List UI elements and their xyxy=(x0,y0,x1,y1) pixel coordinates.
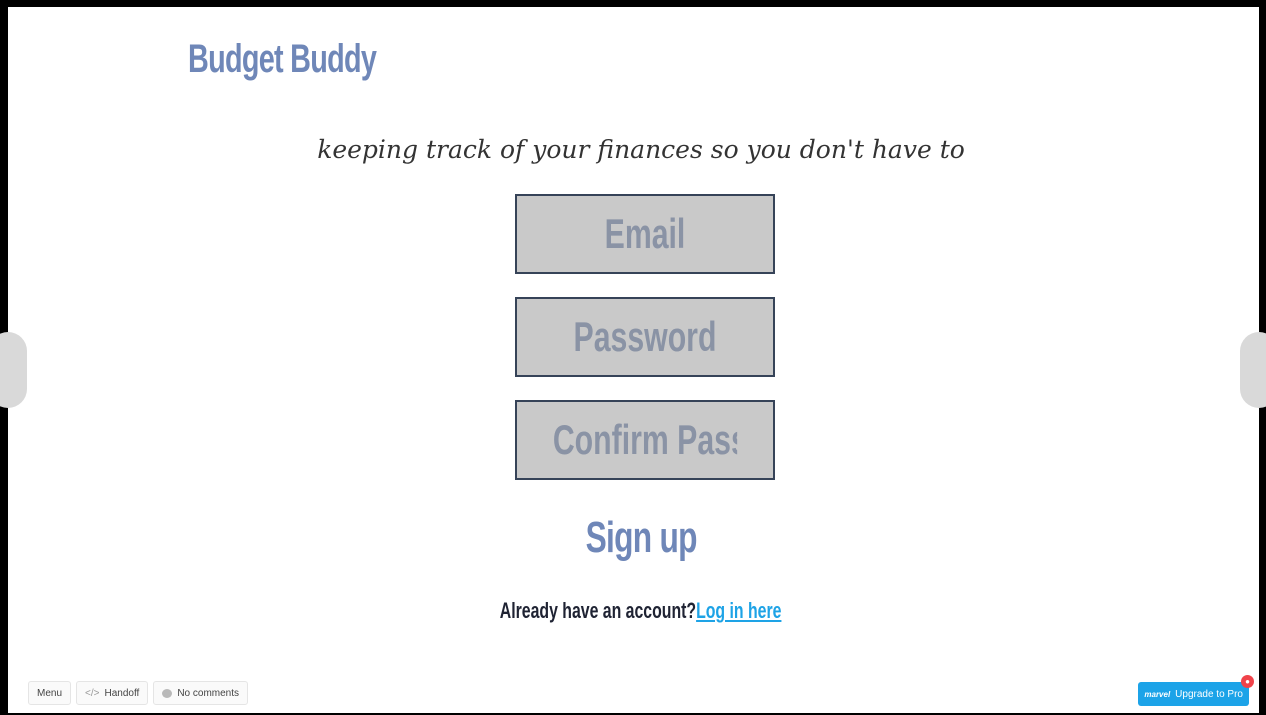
confirm-password-input[interactable] xyxy=(552,402,738,478)
prototype-frame: Budget Buddy keeping track of your finan… xyxy=(0,0,1266,715)
prototype-toolbar: Menu </> Handoff No comments xyxy=(28,681,249,705)
marvel-logo: marvel xyxy=(1144,689,1171,699)
code-icon: </> xyxy=(85,687,100,699)
password-field[interactable] xyxy=(515,297,775,377)
app-title: Budget Buddy xyxy=(188,37,377,81)
notification-badge: ● xyxy=(1241,675,1254,688)
signup-row: Sign up xyxy=(8,513,1266,563)
comments-button[interactable]: No comments xyxy=(153,681,249,705)
password-input[interactable] xyxy=(552,299,738,375)
login-prompt: Already have an account? xyxy=(500,598,697,623)
next-screen-arrow[interactable] xyxy=(1240,332,1266,408)
previous-screen-arrow[interactable] xyxy=(0,332,27,408)
login-row: Already have an account?Log in here xyxy=(8,598,1266,624)
signup-button[interactable]: Sign up xyxy=(585,513,697,563)
handoff-label: Handoff xyxy=(104,687,140,699)
comment-bubble-icon xyxy=(162,688,173,698)
tagline: keeping track of your finances so you do… xyxy=(317,135,965,164)
handoff-button[interactable]: </> Handoff xyxy=(76,681,149,705)
login-link[interactable]: Log in here xyxy=(696,598,781,623)
upgrade-label: Upgrade to Pro xyxy=(1175,688,1243,700)
confirm-password-field[interactable] xyxy=(515,400,775,480)
upgrade-button[interactable]: marvel Upgrade to Pro ● xyxy=(1138,675,1254,706)
menu-label: Menu xyxy=(37,687,63,699)
login-text: Already have an account?Log in here xyxy=(500,598,782,624)
email-field[interactable] xyxy=(515,194,775,274)
comments-label: No comments xyxy=(177,687,240,699)
menu-button[interactable]: Menu xyxy=(28,681,72,705)
email-input[interactable] xyxy=(552,196,738,272)
